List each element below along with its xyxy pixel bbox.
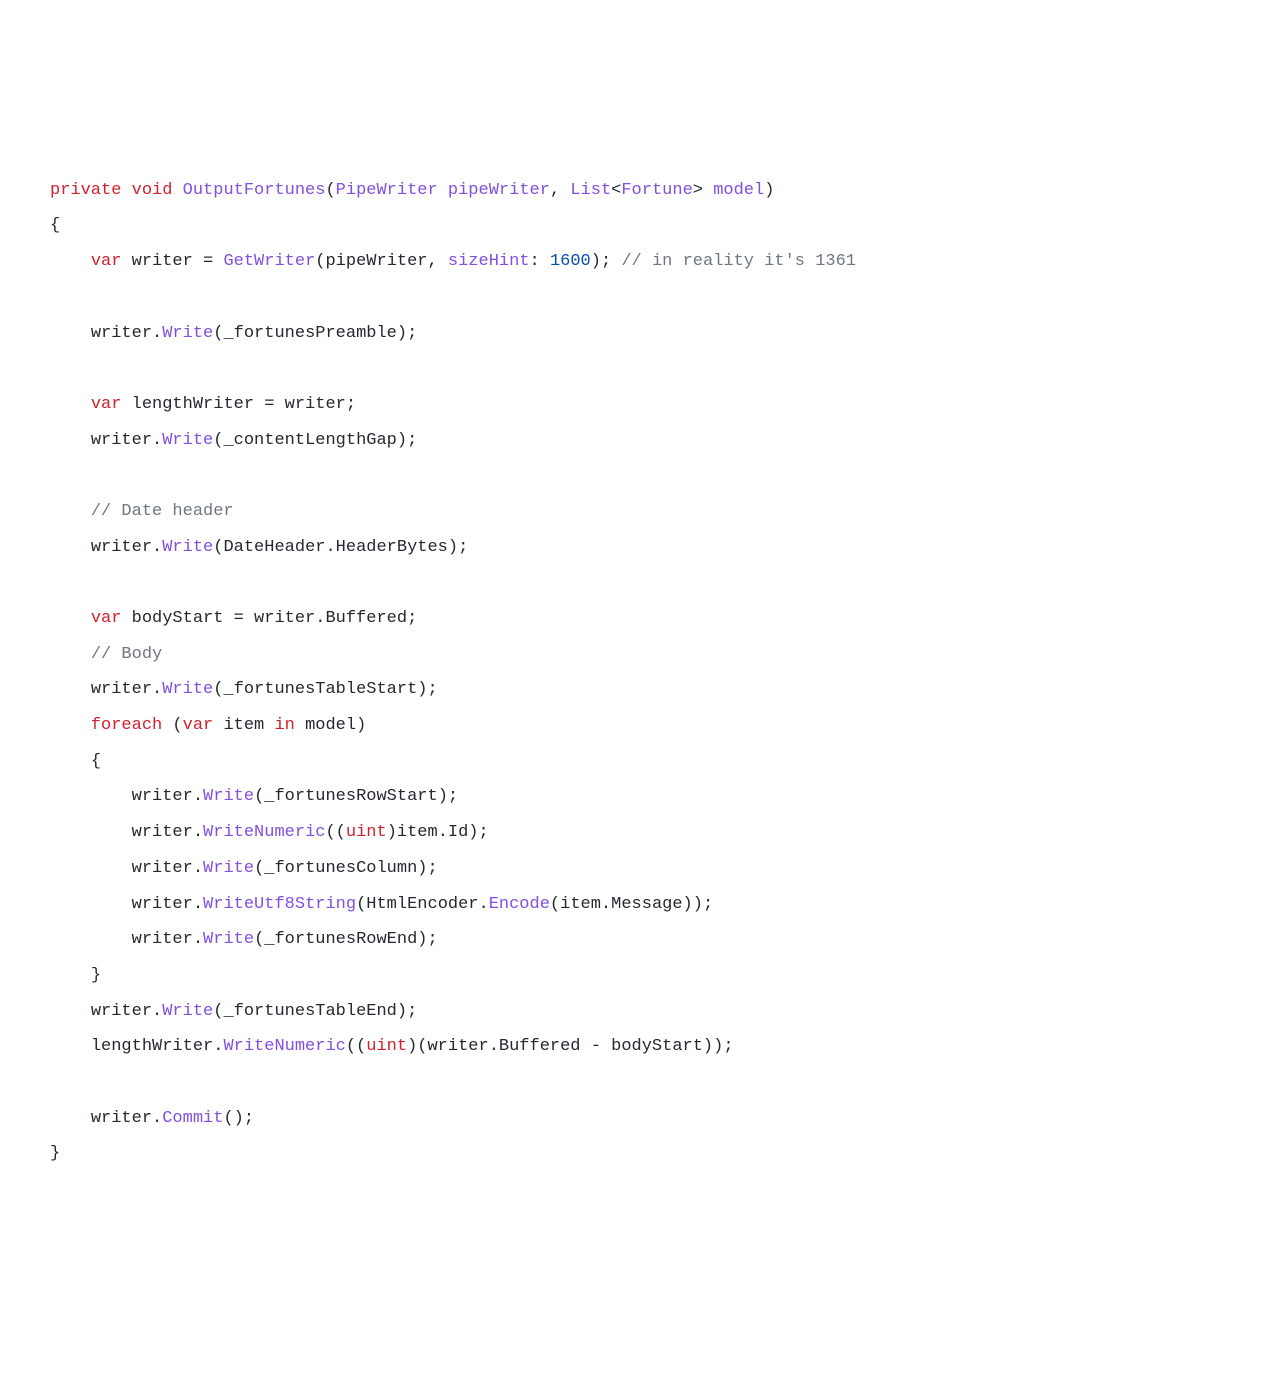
identifier: writer: [121, 252, 203, 271]
call: writer.: [132, 823, 203, 842]
args: (DateHeader.HeaderBytes);: [213, 538, 468, 557]
keyword-uint: uint: [346, 823, 387, 842]
punct: <: [611, 181, 621, 200]
named-arg-sizehint: sizeHint: [448, 252, 530, 271]
call: writer.: [132, 787, 203, 806]
call: writer.: [91, 680, 162, 699]
args: (_fortunesPreamble);: [213, 324, 417, 343]
brace-close: }: [91, 966, 101, 985]
punct: =: [203, 252, 223, 271]
punct: (: [162, 716, 182, 735]
call: writer.: [91, 324, 162, 343]
type-pipewriter: PipeWriter: [336, 181, 438, 200]
keyword-foreach: foreach: [91, 716, 162, 735]
param-model: model: [713, 181, 764, 200]
method-write: Write: [162, 431, 213, 450]
keyword-uint: uint: [366, 1037, 407, 1056]
method-write: Write: [162, 324, 213, 343]
args: (HtmlEncoder.: [356, 895, 489, 914]
args: (_fortunesRowEnd);: [254, 930, 438, 949]
args: (_fortunesRowStart);: [254, 787, 458, 806]
keyword-in: in: [274, 716, 294, 735]
brace-open: {: [91, 752, 101, 771]
call: writer.: [91, 538, 162, 557]
method-writenumeric: WriteNumeric: [203, 823, 325, 842]
comment-line: // Date header: [91, 502, 234, 521]
punct: ((: [346, 1037, 366, 1056]
brace-close: }: [50, 1144, 60, 1163]
identifier: model): [295, 716, 366, 735]
call: writer.: [91, 431, 162, 450]
method-write: Write: [203, 930, 254, 949]
method-writeutf8string: WriteUtf8String: [203, 895, 356, 914]
method-write: Write: [162, 538, 213, 557]
call: lengthWriter.: [91, 1037, 224, 1056]
method-commit: Commit: [162, 1109, 223, 1128]
call: writer.: [132, 930, 203, 949]
args: ();: [223, 1109, 254, 1128]
punct: ((: [325, 823, 345, 842]
call: writer.: [91, 1109, 162, 1128]
args: (_fortunesTableEnd);: [213, 1002, 417, 1021]
args: (item.Message));: [550, 895, 713, 914]
method-write: Write: [162, 1002, 213, 1021]
args: (_fortunesColumn);: [254, 859, 438, 878]
punct: ,: [550, 181, 570, 200]
keyword-private: private: [50, 181, 121, 200]
brace-open: {: [50, 216, 60, 235]
method-encode: Encode: [489, 895, 550, 914]
code-block: private void OutputFortunes(PipeWriter p…: [50, 173, 1228, 1172]
keyword-void: void: [132, 181, 173, 200]
call: writer.: [132, 895, 203, 914]
args: )item.Id);: [387, 823, 489, 842]
keyword-var: var: [91, 609, 122, 628]
identifier: lengthWriter = writer;: [121, 395, 356, 414]
comment-line: // in reality it's 1361: [621, 252, 856, 271]
method-name: OutputFortunes: [183, 181, 326, 200]
args: (_contentLengthGap);: [213, 431, 417, 450]
call: writer.: [132, 859, 203, 878]
args: )(writer.Buffered - bodyStart));: [407, 1037, 733, 1056]
args: );: [591, 252, 622, 271]
identifier: item: [213, 716, 274, 735]
punct: :: [530, 252, 550, 271]
keyword-var: var: [91, 395, 122, 414]
method-writenumeric: WriteNumeric: [223, 1037, 345, 1056]
method-write: Write: [203, 787, 254, 806]
args: (_fortunesTableStart);: [213, 680, 437, 699]
method-write: Write: [203, 859, 254, 878]
method-write: Write: [162, 680, 213, 699]
call: writer.: [91, 1002, 162, 1021]
args: (pipeWriter,: [315, 252, 448, 271]
keyword-var: var: [91, 252, 122, 271]
keyword-var: var: [183, 716, 214, 735]
number-1600: 1600: [550, 252, 591, 271]
comment-line: // Body: [91, 645, 162, 664]
method-getwriter: GetWriter: [223, 252, 315, 271]
identifier: bodyStart = writer.Buffered;: [121, 609, 417, 628]
type-fortune: Fortune: [621, 181, 692, 200]
punct: ): [764, 181, 774, 200]
punct: >: [693, 181, 713, 200]
param-pipewriter: pipeWriter: [448, 181, 550, 200]
type-list: List: [570, 181, 611, 200]
space: [438, 181, 448, 200]
punct: (: [325, 181, 335, 200]
